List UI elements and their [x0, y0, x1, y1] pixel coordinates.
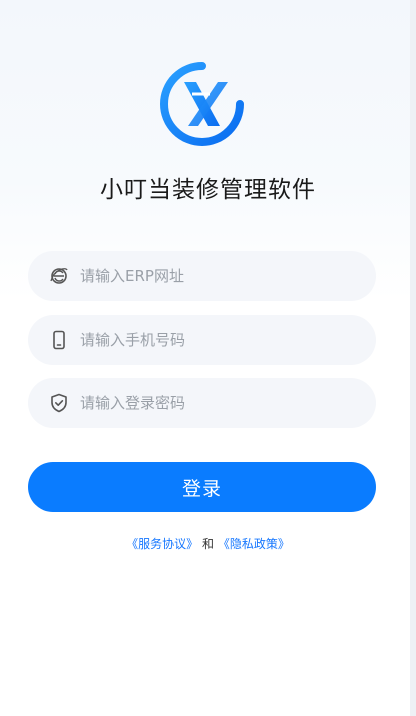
- privacy-policy-link[interactable]: 《隐私政策》: [218, 537, 290, 551]
- agreement-conjunction: 和: [201, 537, 214, 551]
- erp-url-input[interactable]: [80, 267, 340, 285]
- phone-icon: [48, 329, 70, 351]
- agreement-text: 《服务协议》 和 《隐私政策》: [0, 535, 416, 552]
- password-input[interactable]: [80, 394, 340, 412]
- browser-e-icon: [48, 265, 70, 287]
- login-button[interactable]: 登录: [28, 462, 376, 512]
- shield-check-icon: [48, 392, 70, 414]
- service-agreement-link[interactable]: 《服务协议》: [126, 537, 198, 551]
- phone-input[interactable]: [80, 331, 340, 349]
- logo-x-icon: [160, 62, 244, 146]
- app-title: 小叮当装修管理软件: [100, 177, 316, 203]
- login-screen: 小叮当装修管理软件 登录 《服务协议: [0, 0, 416, 716]
- phone-field[interactable]: [28, 315, 376, 365]
- password-field[interactable]: [28, 378, 376, 428]
- edge-shadow: [410, 0, 416, 716]
- erp-url-field[interactable]: [28, 251, 376, 301]
